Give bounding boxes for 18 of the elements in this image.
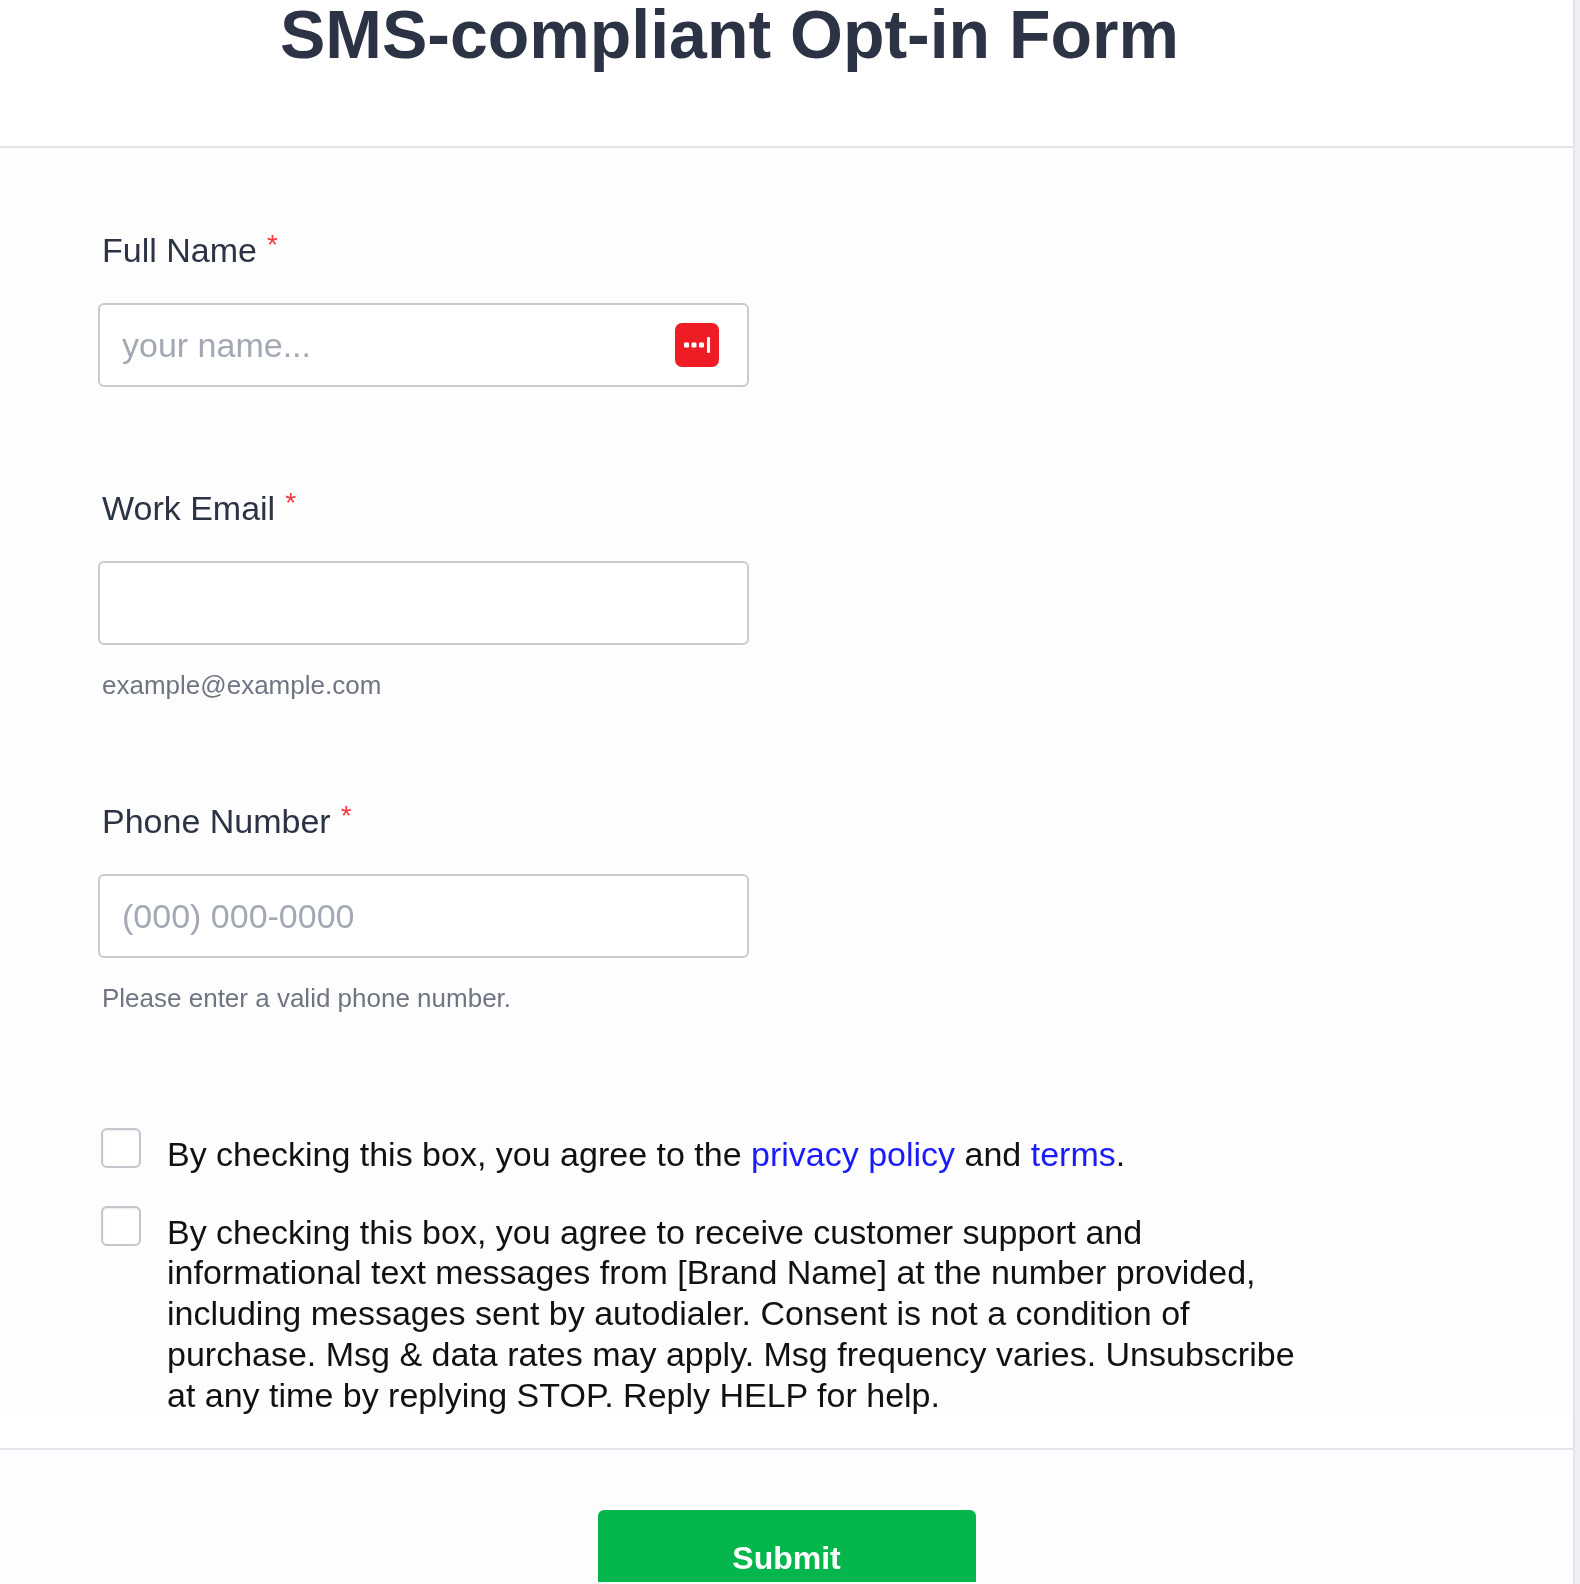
consent-link[interactable]: privacy policy [751,1135,956,1173]
field-label: Work Email [102,488,276,528]
consent-text: By checking this box, you agree to the privacy policy and terms. [167,1134,1126,1175]
password-manager-icon[interactable] [675,323,719,367]
required-mark: * [285,488,297,518]
required-mark: * [266,230,278,260]
consent-text: By checking this box, you agree to receive customer support and informational text messages from [Brand Name] at the number provided, including messages sent by autodialer. Consent is not a condition of purchase. Msg & data rates may apply. Msg frequency varies. Unsubscribe at any time by replying STOP. Reply HELP for help. [167,1211,1296,1416]
text-input[interactable]: your name... [98,303,749,387]
field-hint: Please enter a valid phone number. [101,983,512,1013]
field-label: Phone Number [102,801,331,841]
text-input[interactable]: (000) 000-0000 [98,874,749,958]
text-input[interactable] [98,561,749,645]
consent-link[interactable]: terms [1030,1135,1116,1173]
required-mark: * [340,801,352,831]
field-hint: example@example.com [101,670,382,700]
field-label: Full Name [102,230,257,270]
checkbox[interactable] [101,1128,141,1168]
checkbox[interactable] [101,1205,141,1246]
